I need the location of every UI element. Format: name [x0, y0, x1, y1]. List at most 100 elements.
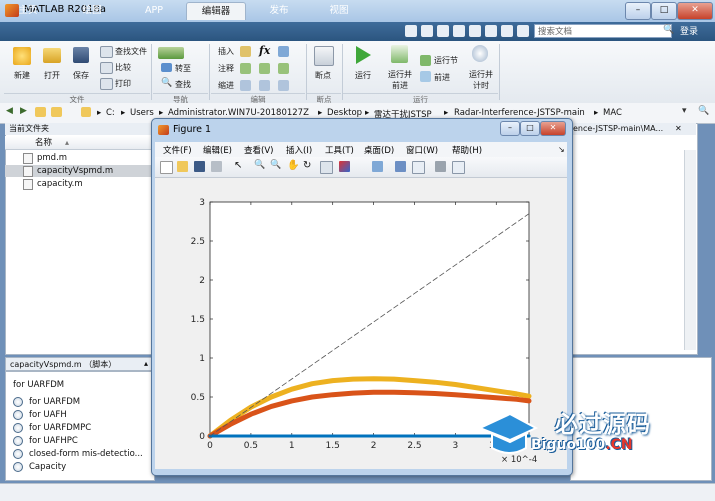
menu-tools[interactable]: 工具(T) — [325, 144, 354, 156]
brush-icon[interactable] — [339, 161, 350, 172]
search-input[interactable]: 搜索文档 — [534, 24, 672, 38]
breakpoints-icon[interactable] — [314, 46, 334, 66]
select-arrow-icon[interactable]: ↖ — [234, 160, 242, 171]
save-button-label[interactable]: 保存 — [73, 70, 89, 81]
goto-button[interactable]: 转至 — [175, 63, 191, 74]
pan-icon[interactable]: ✋ — [287, 160, 299, 171]
figure-maximize-button[interactable]: □ — [520, 121, 540, 136]
open-file-icon[interactable] — [177, 161, 188, 172]
back-icon[interactable]: ◀ — [6, 106, 13, 116]
run-time-icon[interactable] — [472, 45, 488, 62]
tab-apps[interactable]: APP — [132, 2, 176, 19]
run-advance-button[interactable]: 运行并 前进 — [388, 69, 412, 91]
compare-button[interactable]: 比较 — [115, 62, 131, 73]
run-button[interactable]: 运行 — [355, 70, 371, 81]
path-segment[interactable]: ▸ — [97, 108, 101, 118]
zoom-in-icon[interactable]: 🔍 — [254, 160, 265, 170]
print-figure-icon[interactable] — [211, 161, 222, 172]
compare-icon[interactable] — [100, 62, 113, 74]
browse-folder-icon[interactable] — [51, 107, 62, 117]
figure-minimize-button[interactable]: – — [500, 121, 520, 136]
save-icon[interactable] — [73, 47, 89, 63]
editor-panel[interactable] — [570, 123, 698, 355]
open-folder-icon[interactable] — [43, 48, 61, 63]
insert-table-icon[interactable] — [278, 46, 289, 57]
insert-section-icon[interactable] — [240, 46, 251, 57]
file-item-capacity[interactable]: capacity.m — [5, 178, 153, 190]
details-item[interactable]: for UARFDMPC — [14, 422, 91, 434]
find-button[interactable]: 查找 — [175, 79, 191, 90]
run-advance-icon[interactable] — [391, 45, 408, 63]
menu-desktop[interactable]: 桌面(D) — [364, 144, 394, 156]
run-time-button[interactable]: 运行并 计时 — [469, 69, 493, 91]
details-item[interactable]: Capacity — [14, 461, 66, 473]
menu-window[interactable]: 窗口(W) — [406, 144, 438, 156]
details-item[interactable]: for UAFHPC — [14, 435, 78, 447]
find-files-button[interactable]: 查找文件 — [115, 46, 147, 57]
uncomment-icon[interactable] — [259, 63, 270, 74]
dock-arrow-icon[interactable]: ↘ — [558, 145, 565, 154]
path-segment[interactable]: MAC — [603, 108, 622, 118]
editor-scrollbar[interactable] — [684, 150, 696, 350]
tab-editor[interactable]: 编辑器 — [186, 2, 246, 20]
new-button-label[interactable]: 新建 — [14, 70, 30, 81]
link-plot-icon[interactable] — [372, 161, 383, 172]
details-item[interactable]: for UAFH — [14, 409, 67, 421]
data-cursor-icon[interactable] — [320, 161, 333, 174]
cut-quick-icon[interactable] — [421, 25, 433, 37]
figure-close-button[interactable]: ✕ — [540, 121, 566, 136]
run-section-icon[interactable] — [420, 55, 431, 66]
details-item[interactable]: for UARFDM — [14, 396, 80, 408]
name-column-header[interactable]: 名称 — [5, 136, 153, 150]
tab-view[interactable]: 视图 — [316, 2, 362, 19]
back-forward-icon[interactable] — [158, 47, 184, 59]
menu-edit[interactable]: 编辑(E) — [203, 144, 232, 156]
help-quick-icon[interactable] — [517, 25, 529, 37]
colorbar-icon[interactable] — [395, 161, 406, 172]
legend-icon[interactable] — [412, 161, 425, 174]
file-item-pmd[interactable]: pmd.m — [5, 152, 153, 164]
hide-tools-icon[interactable] — [435, 161, 446, 172]
goto-icon[interactable] — [161, 63, 172, 72]
up-folder-icon[interactable] — [35, 107, 46, 117]
comment-button[interactable]: 注释 — [218, 63, 234, 74]
address-search-icon[interactable]: 🔍 — [698, 106, 709, 116]
tab-publish[interactable]: 发布 — [256, 2, 302, 19]
path-segment[interactable]: Radar-Interference-JSTSP-main — [454, 108, 585, 118]
fx-button[interactable]: fx — [259, 44, 270, 57]
forward-icon[interactable]: ▶ — [20, 106, 27, 116]
new-icon[interactable] — [13, 47, 31, 65]
undo-quick-icon[interactable] — [469, 25, 481, 37]
details-item[interactable]: closed-form mis-detectio... — [14, 448, 143, 460]
find-icon[interactable]: 🔍 — [161, 78, 172, 88]
zoom-out-icon[interactable]: 🔍 — [270, 160, 281, 170]
path-segment[interactable]: Users — [130, 108, 154, 118]
tab-home[interactable]: 主页 — [6, 2, 50, 19]
editor-close-icon[interactable]: ✕ — [675, 124, 682, 133]
open-button-label[interactable]: 打开 — [44, 70, 60, 81]
close-button[interactable]: ✕ — [677, 2, 713, 20]
copy-quick-icon[interactable] — [437, 25, 449, 37]
show-tools-icon[interactable] — [452, 161, 465, 174]
run-icon[interactable] — [354, 45, 372, 65]
menu-insert[interactable]: 插入(I) — [286, 144, 312, 156]
breakpoints-button[interactable]: 断点 — [315, 70, 331, 81]
login-button[interactable]: 登录 — [680, 24, 698, 37]
maximize-button[interactable]: □ — [651, 2, 677, 20]
advance-icon[interactable] — [420, 71, 431, 82]
wrap-comment-icon[interactable] — [278, 63, 289, 74]
paste-quick-icon[interactable] — [453, 25, 465, 37]
rotate-icon[interactable]: ↻ — [303, 160, 311, 171]
increase-indent-icon[interactable] — [259, 80, 270, 91]
collapse-icon[interactable]: ▴ — [144, 359, 148, 368]
find-files-icon[interactable] — [100, 46, 113, 58]
path-segment[interactable]: Desktop — [327, 108, 362, 118]
decrease-indent-icon[interactable] — [278, 80, 289, 91]
menu-file[interactable]: 文件(F) — [163, 144, 192, 156]
print-icon[interactable] — [100, 78, 113, 90]
search-icon[interactable]: 🔍 — [663, 25, 674, 35]
redo-quick-icon[interactable] — [485, 25, 497, 37]
minimize-button[interactable]: – — [625, 2, 651, 20]
switch-window-icon[interactable] — [501, 25, 513, 37]
path-segment[interactable]: Administrator.WIN7U-20180127Z — [168, 108, 309, 118]
